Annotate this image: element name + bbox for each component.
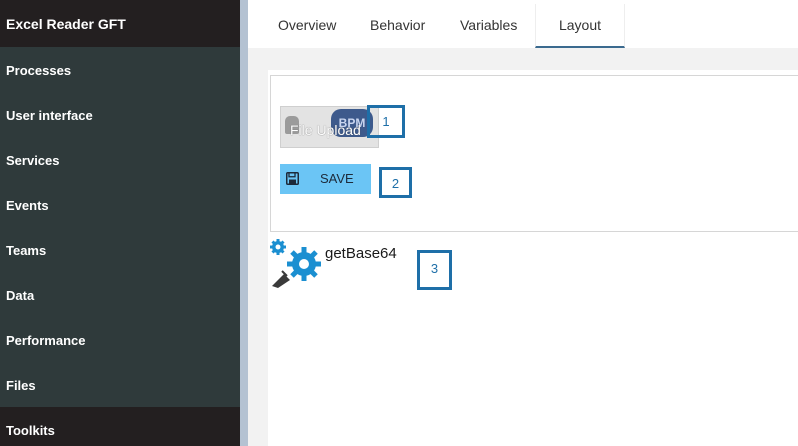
tab-behavior[interactable]: Behavior (370, 17, 425, 33)
sidebar-item-services[interactable]: Services (0, 137, 240, 182)
gears-plug-icon[interactable] (270, 238, 324, 288)
form-section[interactable] (270, 75, 798, 232)
app-title[interactable]: Excel Reader GFT (0, 0, 240, 47)
tab-overview[interactable]: Overview (278, 17, 336, 33)
sidebar-item-performance[interactable]: Performance (0, 317, 240, 362)
sidebar-item-user-interface[interactable]: User interface (0, 92, 240, 137)
marker-2: 2 (379, 167, 412, 198)
sidebar-item-processes[interactable]: Processes (0, 47, 240, 92)
sidebar-item-data[interactable]: Data (0, 272, 240, 317)
service-label: getBase64 (325, 245, 397, 262)
sidebar-resize-handle[interactable] (240, 0, 248, 446)
file-upload-label: File Upload (290, 122, 361, 138)
sidebar-item-events[interactable]: Events (0, 182, 240, 227)
sidebar: Excel Reader GFT Processes User interfac… (0, 0, 240, 446)
save-button-label: SAVE (320, 171, 354, 186)
marker-1: 1 (367, 105, 405, 138)
floppy-disk-icon (286, 172, 299, 185)
tab-variables[interactable]: Variables (460, 17, 517, 33)
sidebar-item-files[interactable]: Files (0, 362, 240, 407)
sidebar-item-teams[interactable]: Teams (0, 227, 240, 272)
tab-layout[interactable]: Layout (535, 4, 625, 48)
marker-3: 3 (417, 250, 452, 290)
sidebar-item-toolkits[interactable]: Toolkits (0, 407, 240, 446)
